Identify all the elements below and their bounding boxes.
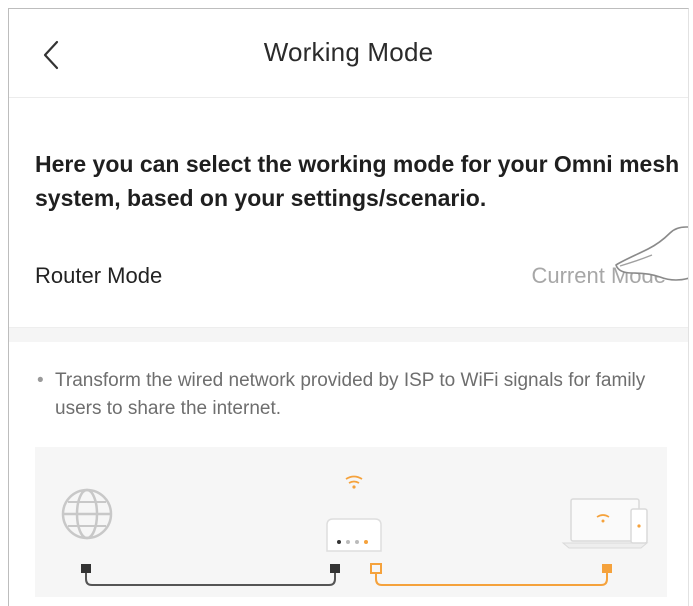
router-icon <box>326 518 382 552</box>
mode-name: Router Mode <box>35 263 163 288</box>
mode-description: • Transform the wired network provided b… <box>37 367 655 423</box>
bullet-mark: • <box>37 370 44 391</box>
intro-text: Here you can select the working mode for… <box>35 151 680 211</box>
wired-cable <box>81 564 340 586</box>
lan-cable <box>370 563 612 586</box>
description-text: Transform the wired network provided by … <box>55 370 646 419</box>
phone-icon <box>630 508 648 544</box>
top-bar: Working Mode <box>9 9 688 98</box>
page-title: Working Mode <box>263 37 434 67</box>
mode-row-router[interactable]: Router Mode Current Mode <box>9 249 688 305</box>
pointing-hand-icon <box>615 226 688 281</box>
wifi-icon <box>345 475 363 489</box>
network-diagram <box>35 447 667 597</box>
globe-icon <box>61 488 113 540</box>
diagram-graphic <box>61 475 649 586</box>
app-screen: Working Mode Here you can select the wor… <box>8 8 689 606</box>
section-divider <box>9 327 688 342</box>
